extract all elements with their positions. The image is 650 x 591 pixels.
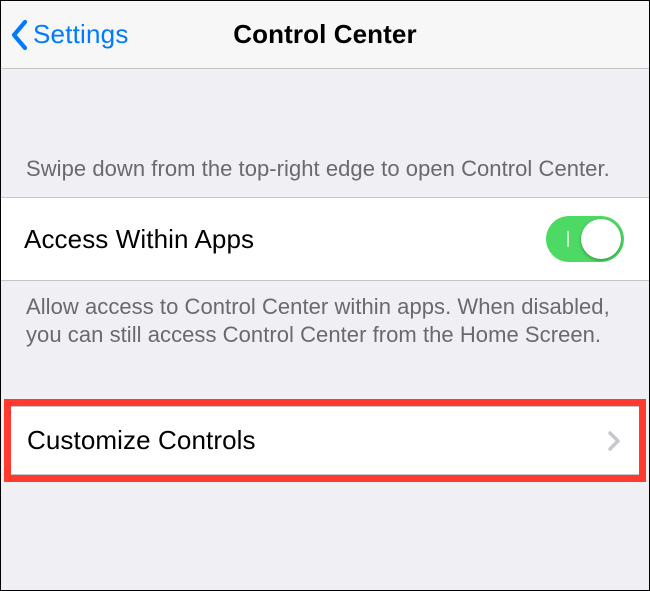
access-within-apps-row: Access Within Apps — [1, 197, 649, 281]
toggle-indicator — [567, 231, 569, 247]
section-gap — [1, 367, 649, 399]
section-header: Swipe down from the top-right edge to op… — [1, 69, 649, 197]
navigation-bar: Settings Control Center — [1, 1, 649, 69]
back-button-label: Settings — [33, 19, 129, 50]
section-footer: Allow access to Control Center within ap… — [1, 281, 649, 367]
row-label: Access Within Apps — [24, 224, 254, 255]
row-label: Customize Controls — [27, 425, 256, 456]
access-within-apps-toggle[interactable] — [546, 216, 624, 262]
highlight-box: Customize Controls — [4, 399, 646, 482]
toggle-knob — [581, 219, 621, 259]
chevron-right-icon — [607, 430, 621, 452]
page-title: Control Center — [233, 19, 416, 50]
chevron-left-icon — [9, 18, 31, 52]
customize-controls-row[interactable]: Customize Controls — [11, 406, 639, 475]
back-button[interactable]: Settings — [9, 18, 129, 52]
